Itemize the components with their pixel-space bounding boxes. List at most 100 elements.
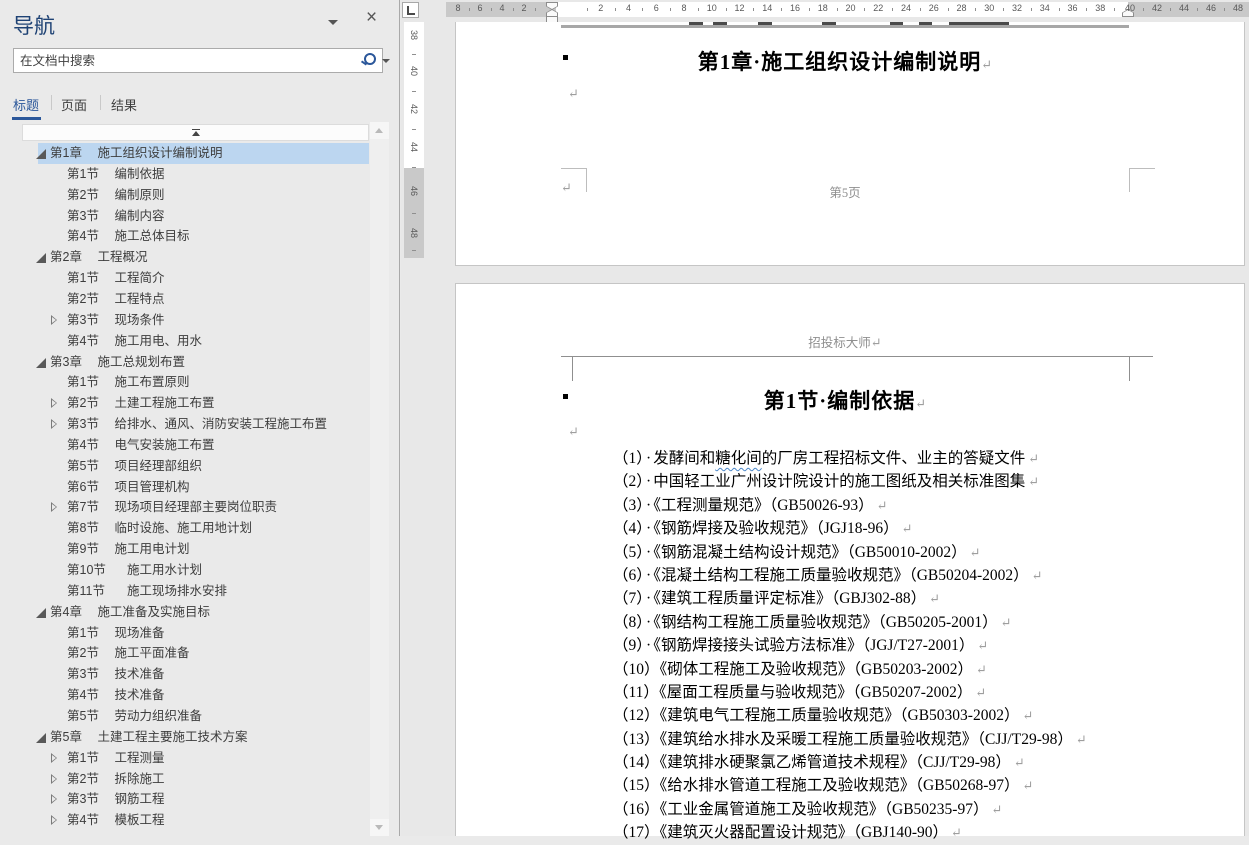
search-options-chevron-down-icon[interactable]	[382, 59, 390, 63]
tree-section-item[interactable]: 第1节工程简介	[0, 268, 370, 289]
tree-chapter-item[interactable]: 第5章土建工程主要施工技术方案	[0, 727, 370, 748]
tree-item-label: 施工平面准备	[115, 643, 190, 664]
tab-标题[interactable]: 标题	[13, 95, 39, 114]
reference-line[interactable]: （11）《屋面工程质量与验收规范》（GB50207-2002）↵	[613, 681, 1173, 704]
collapsed-triangle-icon[interactable]	[51, 315, 57, 325]
chapter-heading[interactable]: 第1章·施工组织设计编制说明↵	[561, 46, 1129, 76]
search-icon[interactable]	[360, 53, 375, 68]
tree-section-item[interactable]: 第7节现场项目经理部主要岗位职责	[0, 497, 370, 518]
paragraph-mark: ↵	[1022, 708, 1033, 723]
reference-line[interactable]: （6）·《混凝土结构工程施工质量验收规范》（GB50204-2002）↵	[613, 564, 1173, 587]
tree-section-item[interactable]: 第5节项目经理部组织	[0, 456, 370, 477]
tree-section-item[interactable]: 第3节编制内容	[0, 206, 370, 227]
reference-line[interactable]: （17）《建筑灭火器配置设计规范》（GBJ140-90）↵	[613, 821, 1173, 844]
tree-section-item[interactable]: 第11节施工现场排水安排	[0, 581, 370, 602]
reference-line[interactable]: （13）《建筑给水排水及采暖工程施工质量验收规范》（CJJ/T29-98）↵	[613, 728, 1173, 751]
tree-section-item[interactable]: 第4节电气安装施工布置	[0, 435, 370, 456]
collapsed-triangle-icon[interactable]	[51, 753, 57, 763]
ruler-number: 22	[873, 3, 883, 13]
tree-section-item[interactable]: 第8节临时设施、施工用地计划	[0, 518, 370, 539]
reference-text: 《钢筋焊接及验收规范》（JGJ18-96）	[653, 520, 898, 537]
jump-to-top-button[interactable]	[22, 124, 369, 141]
tab-结果[interactable]: 结果	[111, 95, 137, 114]
expanded-triangle-icon[interactable]	[36, 358, 46, 368]
tree-section-item[interactable]: 第3节技术准备	[0, 664, 370, 685]
tree-section-item[interactable]: 第2节拆除施工	[0, 769, 370, 790]
scroll-down-arrow-icon[interactable]	[370, 819, 389, 836]
tree-chapter-item[interactable]: 第4章施工准备及实施目标	[0, 602, 370, 623]
tree-item-number: 第8节	[67, 518, 99, 539]
expanded-triangle-icon[interactable]	[36, 253, 46, 263]
tree-section-item[interactable]: 第1节现场准备	[0, 623, 370, 644]
collapsed-triangle-icon[interactable]	[51, 419, 57, 429]
ruler-tick	[1143, 8, 1144, 11]
scroll-up-arrow-icon[interactable]	[370, 122, 389, 139]
tree-section-item[interactable]: 第6节项目管理机构	[0, 477, 370, 498]
reference-line[interactable]: （7）·《建筑工程质量评定标准》（GBJ302-88）↵	[613, 587, 1173, 610]
reference-number: （6）	[613, 567, 644, 584]
reference-line[interactable]: （5）·《钢筋混凝土结构设计规范》（GB50010-2002）↵	[613, 541, 1173, 564]
jump-to-top-icon	[192, 129, 200, 130]
reference-number: （11）	[613, 684, 659, 701]
tree-section-item[interactable]: 第1节编制依据	[0, 164, 370, 185]
ruler-number: 48	[1233, 3, 1243, 13]
tree-section-item[interactable]: 第3节现场条件	[0, 310, 370, 331]
tree-item-label: 施工用水计划	[127, 560, 202, 581]
tree-item-label: 钢筋工程	[115, 789, 165, 810]
space-dot-mark: ·	[644, 497, 653, 514]
reference-line[interactable]: （2）·中国轻工业广州设计院设计的施工图纸及相关标准图集↵	[613, 470, 1173, 493]
reference-line[interactable]: （9）·《钢筋焊接接头试验方法标准》（JGJ/T27-2001）↵	[613, 634, 1173, 657]
tree-section-item[interactable]: 第9节施工用电计划	[0, 539, 370, 560]
pane-options-chevron-down-icon[interactable]	[328, 20, 338, 25]
tree-section-item[interactable]: 第1节施工布置原则	[0, 372, 370, 393]
tree-section-item[interactable]: 第5节劳动力组织准备	[0, 706, 370, 727]
tree-section-item[interactable]: 第2节编制原则	[0, 185, 370, 206]
tree-section-item[interactable]: 第2节施工平面准备	[0, 643, 370, 664]
section-heading[interactable]: 第1节·编制依据↵	[561, 385, 1129, 415]
reference-list: （1）·发酵间和糖化间的厂房工程招标文件、业主的答疑文件↵（2）·中国轻工业广州…	[613, 447, 1173, 845]
reference-line[interactable]: （16）《工业金属管道施工及验收规范》（GB50235-97）↵	[613, 798, 1173, 821]
page-header: 招投标大师↵	[561, 332, 1129, 351]
collapsed-triangle-icon[interactable]	[51, 794, 57, 804]
pane-close-icon[interactable]: ×	[366, 8, 377, 28]
tree-section-item[interactable]: 第4节模板工程	[0, 810, 370, 831]
reference-line[interactable]: （4）·《钢筋焊接及验收规范》（JGJ18-96）↵	[613, 517, 1173, 540]
collapsed-triangle-icon[interactable]	[51, 815, 57, 825]
ruler-number: 46	[409, 181, 419, 201]
tree-section-item[interactable]: 第3节钢筋工程	[0, 789, 370, 810]
reference-line[interactable]: （10）《砌体工程施工及验收规范》（GB50203-2002）↵	[613, 658, 1173, 681]
expanded-triangle-icon[interactable]	[36, 149, 46, 159]
tree-section-item[interactable]: 第1节工程测量	[0, 748, 370, 769]
tree-item-label: 土建工程主要施工技术方案	[98, 727, 248, 748]
tree-section-item[interactable]: 第3节给排水、通风、消防安装工程施工布置	[0, 414, 370, 435]
expanded-triangle-icon[interactable]	[36, 608, 46, 618]
reference-line[interactable]: （8）·《钢结构工程施工质量验收规范》（GB50205-2001）↵	[613, 611, 1173, 634]
tree-section-item[interactable]: 第4节施工总体目标	[0, 226, 370, 247]
reference-line[interactable]: （15）《给水排水管道工程施工及验收规范》（GB50268-97）↵	[613, 774, 1173, 797]
ruler-number: 28	[956, 3, 966, 13]
tree-section-item[interactable]: 第4节施工用电、用水	[0, 331, 370, 352]
nav-scrollbar[interactable]	[370, 122, 389, 836]
search-input[interactable]	[18, 51, 322, 71]
document-page-5[interactable]: 第1章·施工组织设计编制说明↵ ↵ ↵ 第5页	[455, 22, 1245, 266]
tab-页面[interactable]: 页面	[61, 95, 87, 114]
document-page-6[interactable]: 招投标大师↵ 第1节·编制依据↵ ↵ （1）·发酵间和糖化间的厂房工程招标文件、…	[455, 283, 1245, 836]
tree-section-item[interactable]: 第2节土建工程施工布置	[0, 393, 370, 414]
collapsed-triangle-icon[interactable]	[51, 398, 57, 408]
tree-section-item[interactable]: 第2节工程特点	[0, 289, 370, 310]
collapsed-triangle-icon[interactable]	[51, 502, 57, 512]
reference-line[interactable]: （12）《建筑电气工程施工质量验收规范》（GB50303-2002）↵	[613, 704, 1173, 727]
empty-paragraph-mark: ↵	[568, 424, 579, 440]
horizontal-ruler: 8642246810121416182022242628303234363840…	[401, 0, 1249, 17]
reference-line[interactable]: （1）·发酵间和糖化间的厂房工程招标文件、业主的答疑文件↵	[613, 447, 1173, 470]
paragraph-mark: ↵	[1028, 474, 1039, 489]
tree-section-item[interactable]: 第4节技术准备	[0, 685, 370, 706]
tree-chapter-item[interactable]: 第2章工程概况	[0, 247, 370, 268]
reference-line[interactable]: （3）·《工程测量规范》（GB50026-93）↵	[613, 494, 1173, 517]
collapsed-triangle-icon[interactable]	[51, 774, 57, 784]
expanded-triangle-icon[interactable]	[36, 733, 46, 743]
tree-chapter-item[interactable]: 第1章施工组织设计编制说明	[0, 143, 370, 164]
reference-line[interactable]: （14）《建筑排水硬聚氯乙烯管道技术规程》（CJJ/T29-98）↵	[613, 751, 1173, 774]
tree-section-item[interactable]: 第10节施工用水计划	[0, 560, 370, 581]
tree-chapter-item[interactable]: 第3章施工总规划布置	[0, 352, 370, 373]
